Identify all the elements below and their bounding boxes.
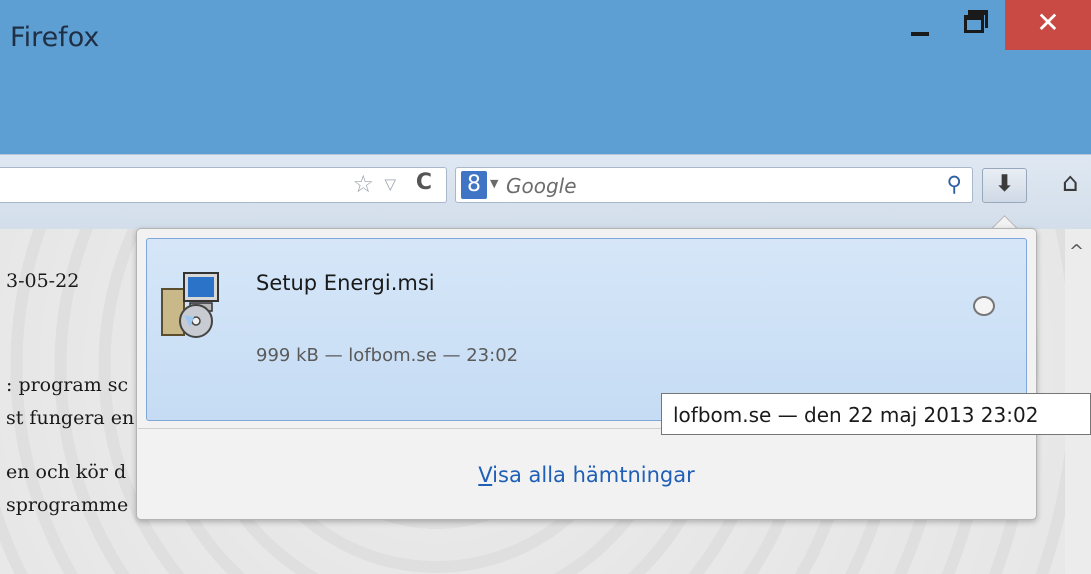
downloads-button[interactable]: ⬇ bbox=[982, 168, 1027, 203]
download-icon: ⬇ bbox=[994, 171, 1015, 197]
page-text-line: en och kör d bbox=[6, 461, 127, 483]
close-button[interactable]: ✕ bbox=[1005, 0, 1091, 50]
show-all-downloads-label: isa alla hämtningar bbox=[492, 463, 695, 487]
download-status: 999 kB — lofbom.se — 23:02 bbox=[256, 345, 519, 366]
downloads-panel: Setup Energi.msi 999 kB — lofbom.se — 23… bbox=[136, 228, 1037, 520]
page-text-line: st fungera en bbox=[6, 407, 135, 429]
page-text-line: sprogramme bbox=[6, 494, 129, 516]
search-bar[interactable]: 8 ▼ Google ⚲ bbox=[455, 167, 973, 203]
maximize-button[interactable] bbox=[950, 0, 1002, 50]
reload-icon[interactable]: C bbox=[416, 170, 432, 195]
search-go-icon[interactable]: ⚲ bbox=[947, 172, 962, 196]
open-folder-icon[interactable] bbox=[973, 296, 995, 316]
tooltip-text: lofbom.se — den 22 maj 2013 23:02 bbox=[673, 403, 1039, 427]
dropmarker-icon[interactable]: ▽ bbox=[384, 175, 396, 193]
star-icon[interactable]: ☆ bbox=[352, 170, 374, 198]
engine-dropdown-icon[interactable]: ▼ bbox=[490, 177, 498, 190]
minimize-button[interactable] bbox=[893, 0, 949, 50]
download-tooltip: lofbom.se — den 22 maj 2013 23:02 bbox=[661, 393, 1091, 435]
download-filename: Setup Energi.msi bbox=[256, 271, 435, 295]
restore-icon bbox=[964, 15, 984, 33]
window-title: Firefox bbox=[10, 22, 100, 53]
search-engine-icon[interactable]: 8 bbox=[461, 171, 487, 199]
scroll-up-icon[interactable]: ^ bbox=[1069, 241, 1084, 262]
page-text-line: : program sc bbox=[6, 374, 129, 396]
accesskey-letter: V bbox=[478, 463, 493, 487]
minimize-icon bbox=[911, 32, 929, 36]
page-text-line: 3-05-22 bbox=[6, 270, 80, 292]
url-bar[interactable]: ☆ ▽ C bbox=[0, 167, 447, 203]
show-all-downloads-link[interactable]: Visa alla hämtningar bbox=[137, 463, 1036, 487]
title-bar: Firefox ✕ bbox=[0, 0, 1091, 154]
home-icon[interactable]: ⌂ bbox=[1062, 168, 1079, 198]
navigation-toolbar: ☆ ▽ C 8 ▼ Google ⚲ ⬇ ⌂ bbox=[0, 154, 1091, 229]
close-icon: ✕ bbox=[1036, 6, 1060, 39]
search-input[interactable]: Google bbox=[506, 174, 577, 198]
msi-installer-icon bbox=[161, 272, 219, 338]
